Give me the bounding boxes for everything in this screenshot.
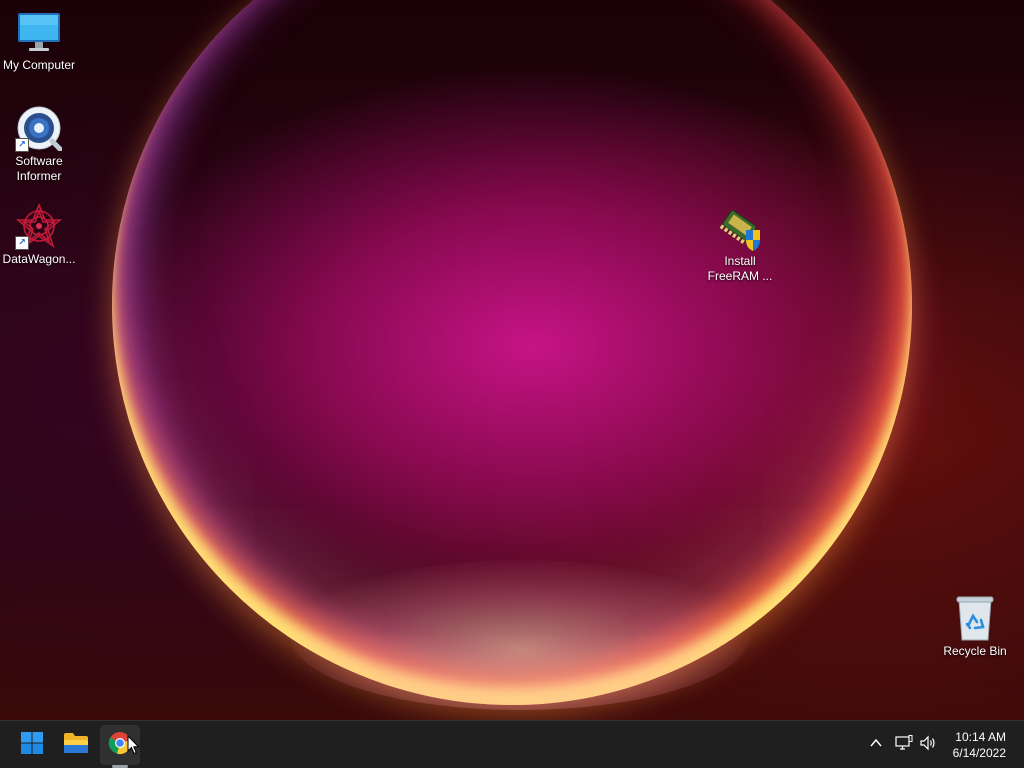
desktop-icon-label: My Computer <box>2 58 76 72</box>
monitor-icon <box>15 8 63 56</box>
shortcut-arrow-icon: ↗ <box>15 236 29 250</box>
volume-icon <box>919 735 937 756</box>
desktop-icon-label: Software Informer <box>15 154 63 183</box>
desktop-icon-datawagon[interactable]: ↗ DataWagon... <box>1 202 77 267</box>
clock-date: 6/14/2022 <box>952 746 1006 760</box>
software-informer-icon: ↗ <box>15 104 63 152</box>
wallpaper-glow-ring <box>112 0 912 705</box>
chrome-icon <box>108 731 132 760</box>
desktop: My Computer ↗ Software Informer ↗ DataWa… <box>0 0 1024 720</box>
desktop-icon-label: Recycle Bin <box>943 644 1007 658</box>
volume-button[interactable] <box>916 733 940 757</box>
shortcut-arrow-icon: ↗ <box>15 138 29 152</box>
start-button[interactable] <box>12 725 52 765</box>
network-icon <box>895 734 913 756</box>
show-hidden-icons-button[interactable] <box>864 733 888 757</box>
desktop-icon-label: Install FreeRAM ... <box>707 254 773 283</box>
clock[interactable]: 10:14 AM 6/14/2022 <box>953 729 1006 761</box>
taskbar-file-explorer-button[interactable] <box>56 725 96 765</box>
datawagon-icon: ↗ <box>15 202 63 250</box>
chevron-up-icon <box>869 736 883 755</box>
taskbar-chrome-button[interactable] <box>100 725 140 765</box>
recycle-bin-icon <box>951 594 999 642</box>
desktop-icon-software-informer[interactable]: ↗ Software Informer <box>1 104 77 184</box>
desktop-icon-recycle-bin[interactable]: Recycle Bin <box>937 594 1013 659</box>
taskbar: 10:14 AM 6/14/2022 <box>0 720 1024 768</box>
network-button[interactable] <box>892 733 916 757</box>
clock-time: 10:14 AM <box>955 730 1006 744</box>
desktop-icon-my-computer[interactable]: My Computer <box>1 8 77 73</box>
desktop-icon-install-freeram[interactable]: Install FreeRAM ... <box>702 204 778 284</box>
desktop-icon-label: DataWagon... <box>2 252 76 266</box>
windows-start-icon <box>20 731 44 760</box>
wallpaper-bottom-glow <box>290 560 750 710</box>
folder-icon <box>63 732 89 759</box>
installer-icon <box>716 204 764 252</box>
